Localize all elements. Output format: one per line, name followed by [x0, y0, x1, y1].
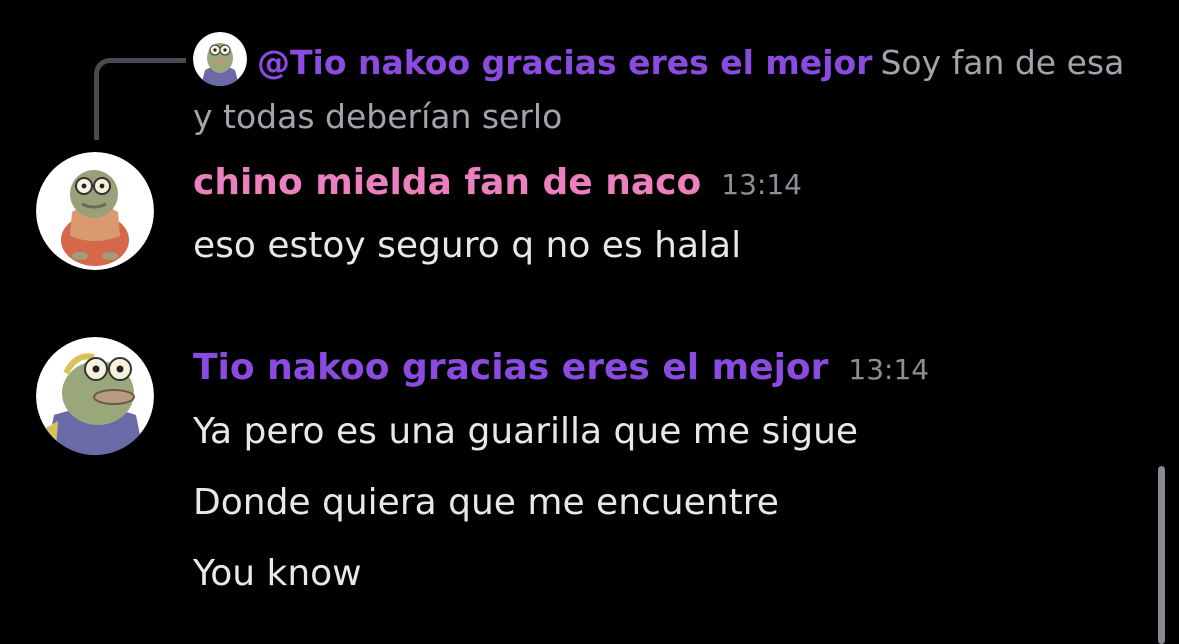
chat-view: @Tio nakoo gracias eres el mejor Soy fan … [0, 0, 1179, 644]
message-author[interactable]: Tio nakoo gracias eres el mejor [193, 347, 828, 388]
message-text: You know [193, 553, 362, 594]
reply-connector-line [94, 58, 186, 140]
fish-character-avatar-icon[interactable] [193, 32, 247, 86]
message-timestamp: 13:14 [721, 168, 802, 201]
message-timestamp: 13:14 [848, 353, 930, 386]
message-header: Tio nakoo gracias eres el mejor 13:14 [193, 347, 929, 388]
message-text: eso estoy seguro q no es halal [193, 225, 742, 266]
message-author[interactable]: chino mielda fan de naco [193, 162, 701, 203]
fish-character-avatar-icon[interactable] [36, 337, 154, 455]
message-text: Donde quiera que me encuentre [193, 482, 779, 523]
fish-with-glasses-avatar-icon[interactable] [36, 152, 154, 270]
reply-reference[interactable]: @Tio nakoo gracias eres el mejor Soy fan … [193, 32, 1153, 144]
reply-author-mention[interactable]: @Tio nakoo gracias eres el mejor [257, 43, 872, 82]
message-text: Ya pero es una guarilla que me sigue [193, 411, 859, 452]
scrollbar[interactable] [1158, 466, 1165, 644]
message-header: chino mielda fan de naco 13:14 [193, 162, 802, 203]
